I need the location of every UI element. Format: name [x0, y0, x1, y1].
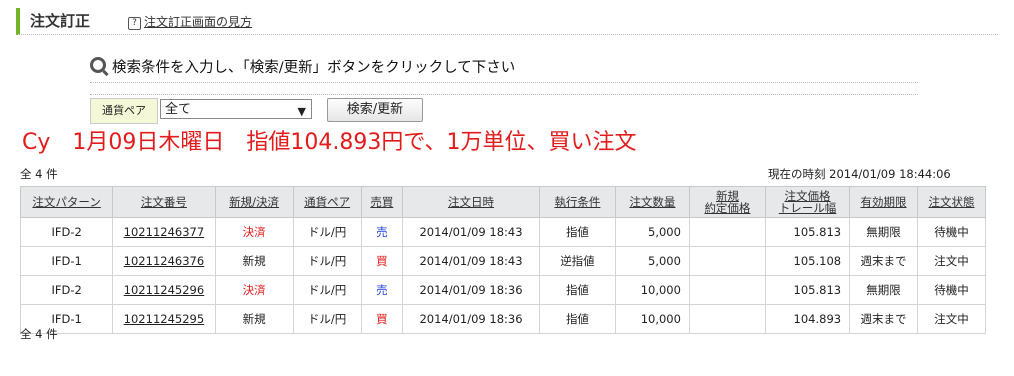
search-icon	[90, 57, 106, 73]
cell-status: 待機中	[916, 275, 987, 305]
order-number-link[interactable]: 10211246377	[124, 225, 204, 239]
cell-fill	[688, 246, 766, 276]
order-number-link[interactable]: 10211245295	[124, 312, 204, 326]
currency-pair-value: 全て	[165, 102, 192, 117]
cell-datetime: 2014/01/09 18:43	[402, 246, 540, 276]
cell-side: 売	[360, 217, 404, 247]
result-count-bottom: 全 4 件	[20, 327, 58, 341]
cell-status: 注文中	[916, 246, 987, 276]
col-header[interactable]: 執行条件	[538, 186, 616, 218]
divider	[90, 94, 918, 95]
instruction: 検索条件を入力し、「検索/更新」ボタンをクリックして下さい	[90, 56, 515, 77]
cell-expiry: 週末まで	[849, 304, 918, 334]
cell-datetime: 2014/01/09 18:43	[402, 217, 540, 247]
cell-condition: 指値	[538, 275, 616, 305]
cell-price: 105.813	[764, 275, 851, 305]
cell-pair: ドル/円	[292, 217, 362, 247]
cell-order-no: 10211245296	[112, 275, 216, 305]
cell-expiry: 無期限	[849, 275, 918, 305]
order-number-link[interactable]: 10211245296	[124, 283, 204, 297]
col-header[interactable]: 有効期限	[849, 186, 918, 218]
cell-condition: 指値	[538, 217, 616, 247]
col-header[interactable]: 注文番号	[112, 186, 216, 218]
cell-type: 新規	[214, 304, 294, 334]
cell-datetime: 2014/01/09 18:36	[402, 304, 540, 334]
cell-pair: ドル/円	[292, 246, 362, 276]
col-header[interactable]: 注文状態	[916, 186, 987, 218]
cell-fill	[688, 304, 766, 334]
cell-pattern: IFD-2	[19, 275, 114, 305]
col-header[interactable]: 注文パターン	[19, 186, 114, 218]
result-count: 全 4 件	[20, 167, 58, 181]
table-row: IFD-1 10211245295 新規 ドル/円 買 2014/01/09 1…	[19, 304, 987, 334]
col-header[interactable]: 注文日時	[402, 186, 540, 218]
cell-status: 待機中	[916, 217, 987, 247]
currency-pair-select[interactable]: 全て ▼	[160, 99, 312, 119]
order-number-link[interactable]: 10211246376	[124, 254, 204, 268]
cell-expiry: 週末まで	[849, 246, 918, 276]
annotation-text: Cy 1月09日木曜日 指値104.893円で、1万単位、買い注文	[22, 130, 637, 155]
search-update-button[interactable]: 検索/更新	[327, 98, 423, 122]
page-header: 注文訂正 ? 注文訂正画面の見方	[16, 8, 998, 35]
cell-order-no: 10211246377	[112, 217, 216, 247]
cell-fill	[688, 217, 766, 247]
cell-pair: ドル/円	[292, 304, 362, 334]
col-header[interactable]: 売買	[360, 186, 404, 218]
col-header[interactable]: 新規/決済	[214, 186, 294, 218]
col-header[interactable]: 通貨ペア	[292, 186, 362, 218]
cell-side: 買	[360, 304, 404, 334]
current-time: 現在の時刻 2014/01/09 18:44:06	[768, 167, 951, 181]
chevron-down-icon: ▼	[297, 105, 306, 118]
cell-type: 決済	[214, 275, 294, 305]
cell-qty: 5,000	[614, 246, 690, 276]
cell-qty: 10,000	[614, 275, 690, 305]
cell-fill	[688, 275, 766, 305]
cell-qty: 10,000	[614, 304, 690, 334]
currency-pair-label: 通貨ペア	[90, 98, 158, 124]
divider	[90, 82, 918, 83]
cell-side: 売	[360, 275, 404, 305]
help-link-label: 注文訂正画面の見方	[144, 15, 253, 29]
table-header-row: 注文パターン 注文番号 新規/決済 通貨ペア 売買 注文日時 執行条件 注文数量…	[19, 186, 987, 218]
col-header[interactable]: 新規 約定価格	[688, 186, 766, 218]
cell-order-no: 10211246376	[112, 246, 216, 276]
table-row: IFD-2 10211246377 決済 ドル/円 売 2014/01/09 1…	[19, 217, 987, 247]
cell-pattern: IFD-2	[19, 217, 114, 247]
instruction-text: 検索条件を入力し、「検索/更新」ボタンをクリックして下さい	[112, 60, 516, 76]
cell-price: 105.108	[764, 246, 851, 276]
cell-order-no: 10211245295	[112, 304, 216, 334]
col-header[interactable]: 注文価格 トレール幅	[764, 186, 851, 218]
cell-side: 買	[360, 246, 404, 276]
cell-type: 決済	[214, 217, 294, 247]
table-row: IFD-1 10211246376 新規 ドル/円 買 2014/01/09 1…	[19, 246, 987, 276]
cell-expiry: 無期限	[849, 217, 918, 247]
orders-table: 注文パターン 注文番号 新規/決済 通貨ペア 売買 注文日時 執行条件 注文数量…	[19, 186, 987, 334]
cell-condition: 逆指値	[538, 246, 616, 276]
cell-condition: 指値	[538, 304, 616, 334]
cell-qty: 5,000	[614, 217, 690, 247]
help-link[interactable]: ? 注文訂正画面の見方	[128, 13, 252, 30]
question-icon: ?	[128, 17, 141, 30]
col-header[interactable]: 注文数量	[614, 186, 690, 218]
cell-price: 105.813	[764, 217, 851, 247]
cell-datetime: 2014/01/09 18:36	[402, 275, 540, 305]
page-title: 注文訂正	[30, 12, 91, 30]
table-row: IFD-2 10211245296 決済 ドル/円 売 2014/01/09 1…	[19, 275, 987, 305]
cell-type: 新規	[214, 246, 294, 276]
cell-status: 注文中	[916, 304, 987, 334]
cell-price: 104.893	[764, 304, 851, 334]
cell-pattern: IFD-1	[19, 246, 114, 276]
cell-pair: ドル/円	[292, 275, 362, 305]
